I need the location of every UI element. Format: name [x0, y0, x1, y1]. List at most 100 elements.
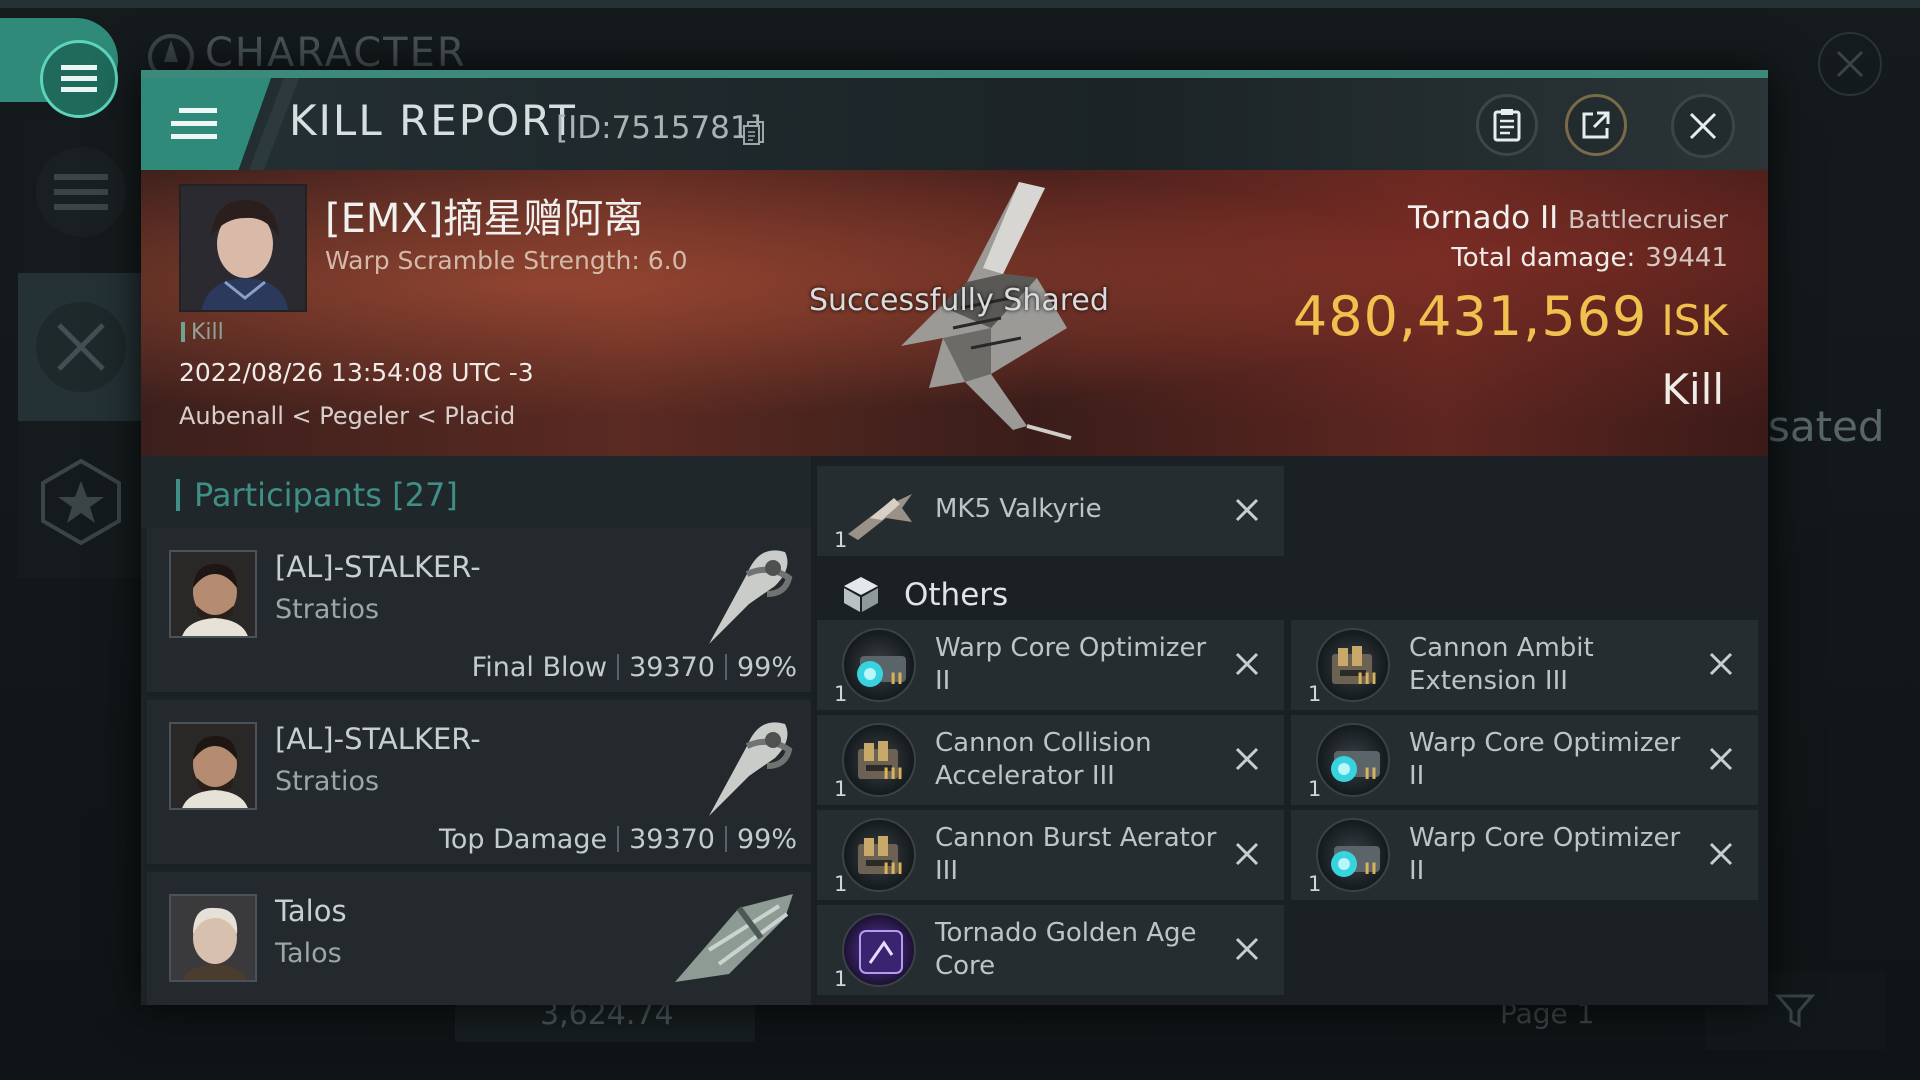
- participant-percent: 99%: [736, 824, 797, 855]
- destroyed-x-icon: [1709, 652, 1733, 676]
- star-icon: [40, 458, 121, 546]
- tech-tier: III: [1357, 669, 1378, 688]
- close-button[interactable]: [1671, 94, 1735, 158]
- destroyed-x-icon: [1235, 747, 1259, 771]
- victim-avatar[interactable]: [179, 184, 307, 312]
- total-damage: Total damage: 39441: [1451, 243, 1728, 273]
- destroyed-x-icon: [1709, 842, 1733, 866]
- participant-stats: Top Damage 39370 99%: [439, 824, 797, 855]
- participants-marker: [176, 479, 180, 511]
- participant-ship: Talos: [275, 938, 342, 969]
- background-partial-text: sated: [1768, 402, 1885, 451]
- tech-tier: II: [1364, 764, 1378, 783]
- kill-tag-label: Kill: [191, 320, 224, 345]
- kill-report-menu-button[interactable]: [141, 78, 271, 170]
- background-close-button[interactable]: [1818, 32, 1882, 96]
- destroyed-x-icon: [1235, 937, 1259, 961]
- share-external-icon: [1582, 111, 1610, 139]
- warp-scramble-strength: Warp Scramble Strength: 6.0: [325, 246, 688, 275]
- fitting-item[interactable]: II 1 Warp Core Optimizer II: [1291, 715, 1758, 805]
- participant-role: Top Damage: [439, 824, 608, 855]
- close-icon: [1689, 112, 1717, 140]
- fitting-item[interactable]: III 1 Cannon Ambit Extension III: [1291, 620, 1758, 710]
- item-name: Cannon Burst Aerator III: [935, 823, 1217, 886]
- sidebar-combat-item[interactable]: [18, 273, 143, 421]
- fitting-item[interactable]: 1 Tornado Golden Age Core: [817, 905, 1284, 995]
- fitting-item[interactable]: III 1 Cannon Burst Aerator III: [817, 810, 1284, 900]
- shared-toast: Successfully Shared: [809, 283, 1109, 318]
- report-button[interactable]: [1476, 94, 1538, 156]
- item-quantity: 1: [834, 967, 848, 991]
- separator: [724, 654, 727, 680]
- participant-name: [AL]-STALKER-: [275, 722, 481, 756]
- result-label: Kill: [1661, 365, 1724, 414]
- destroyed-x-icon: [1235, 498, 1259, 522]
- participants-title: Participants [27]: [176, 476, 458, 514]
- copy-icon[interactable]: [742, 120, 766, 146]
- kill-tag: Kill: [181, 320, 224, 345]
- item-quantity: 1: [1308, 777, 1322, 801]
- tech-tier: III: [883, 859, 904, 878]
- hamburger-menu-icon: [171, 108, 217, 139]
- tech-tier: II: [1364, 859, 1378, 878]
- fitting-item[interactable]: II 1 Warp Core Optimizer II: [817, 620, 1284, 710]
- item-quantity: 1: [834, 777, 848, 801]
- main-menu-button[interactable]: [0, 18, 118, 118]
- isk-unit: ISK: [1661, 296, 1728, 345]
- participant-percent: 99%: [736, 652, 797, 683]
- separator: [617, 826, 620, 852]
- participant-ship: Stratios: [275, 766, 380, 797]
- drone-item[interactable]: 1 MK5 Valkyrie: [817, 466, 1284, 556]
- isk-loss: 480,431,569 ISK: [1293, 285, 1728, 348]
- participant-row[interactable]: Talos Talos: [147, 872, 811, 1005]
- kill-tag-marker: [181, 322, 185, 342]
- kill-id: [ID:7515781]: [556, 110, 762, 146]
- background-sidebar: [18, 118, 143, 578]
- warp-core-optimizer-icon: II: [1316, 723, 1390, 797]
- sidebar-list-item[interactable]: [18, 118, 143, 266]
- participant-ship: Stratios: [275, 594, 380, 625]
- participant-avatar: [169, 550, 257, 638]
- destroyed-x-icon: [1709, 747, 1733, 771]
- item-name: Cannon Collision Accelerator III: [935, 728, 1152, 791]
- item-name: MK5 Valkyrie: [935, 494, 1102, 524]
- participants-label: Participants: [194, 476, 382, 514]
- tech-tier: II: [890, 669, 904, 688]
- sidebar-favorites-item[interactable]: [18, 428, 143, 576]
- kill-report-modal: KILL REPORT [ID:7515781] [EMX]摘星赠阿离 Warp…: [141, 70, 1768, 1005]
- fitting-item[interactable]: II 1 Warp Core Optimizer II: [1291, 810, 1758, 900]
- ship-class: Battlecruiser: [1568, 205, 1728, 234]
- fitting-item[interactable]: III 1 Cannon Collision Accelerator III: [817, 715, 1284, 805]
- others-label: Others: [904, 577, 1009, 613]
- warp-core-optimizer-icon: II: [842, 628, 916, 702]
- item-name: Tornado Golden Age Core: [935, 918, 1197, 981]
- separator: [617, 654, 620, 680]
- participants-count: [27]: [392, 476, 458, 514]
- top-strip: [0, 0, 1920, 8]
- isk-value: 480,431,569: [1292, 285, 1648, 348]
- drone-icon: [842, 474, 916, 548]
- crossed-swords-icon: [35, 302, 126, 392]
- separator: [724, 826, 727, 852]
- participant-name: [AL]-STALKER-: [275, 550, 481, 584]
- participants-header: Participants [27]: [141, 456, 811, 528]
- share-button[interactable]: [1565, 94, 1627, 156]
- participant-row[interactable]: [AL]-STALKER- Stratios Top Damage 39370 99…: [147, 700, 811, 868]
- warp-core-optimizer-icon: II: [1316, 818, 1390, 892]
- cannon-rig-icon: III: [842, 723, 916, 797]
- ship-name: Tornado II: [1407, 200, 1559, 236]
- kill-datetime: 2022/08/26 13:54:08 UTC -3: [179, 358, 534, 387]
- modal-accent-line: [141, 70, 1768, 78]
- participant-ship-image: [709, 550, 793, 644]
- golden-age-core-icon: [842, 913, 916, 987]
- participant-damage: 39370: [629, 652, 715, 683]
- kill-location: Aubenall < Pegeler < Placid: [179, 402, 516, 430]
- item-quantity: 1: [834, 872, 848, 896]
- modal-header: KILL REPORT [ID:7515781]: [141, 78, 1768, 170]
- kill-banner: [EMX]摘星赠阿离 Warp Scramble Strength: 6.0 K…: [141, 170, 1768, 456]
- tech-tier: III: [883, 764, 904, 783]
- participant-avatar: [169, 894, 257, 982]
- participant-row[interactable]: [AL]-STALKER- Stratios Final Blow 39370 99…: [147, 528, 811, 696]
- cannon-rig-icon: III: [1316, 628, 1390, 702]
- item-name: Warp Core Optimizer II: [935, 633, 1207, 696]
